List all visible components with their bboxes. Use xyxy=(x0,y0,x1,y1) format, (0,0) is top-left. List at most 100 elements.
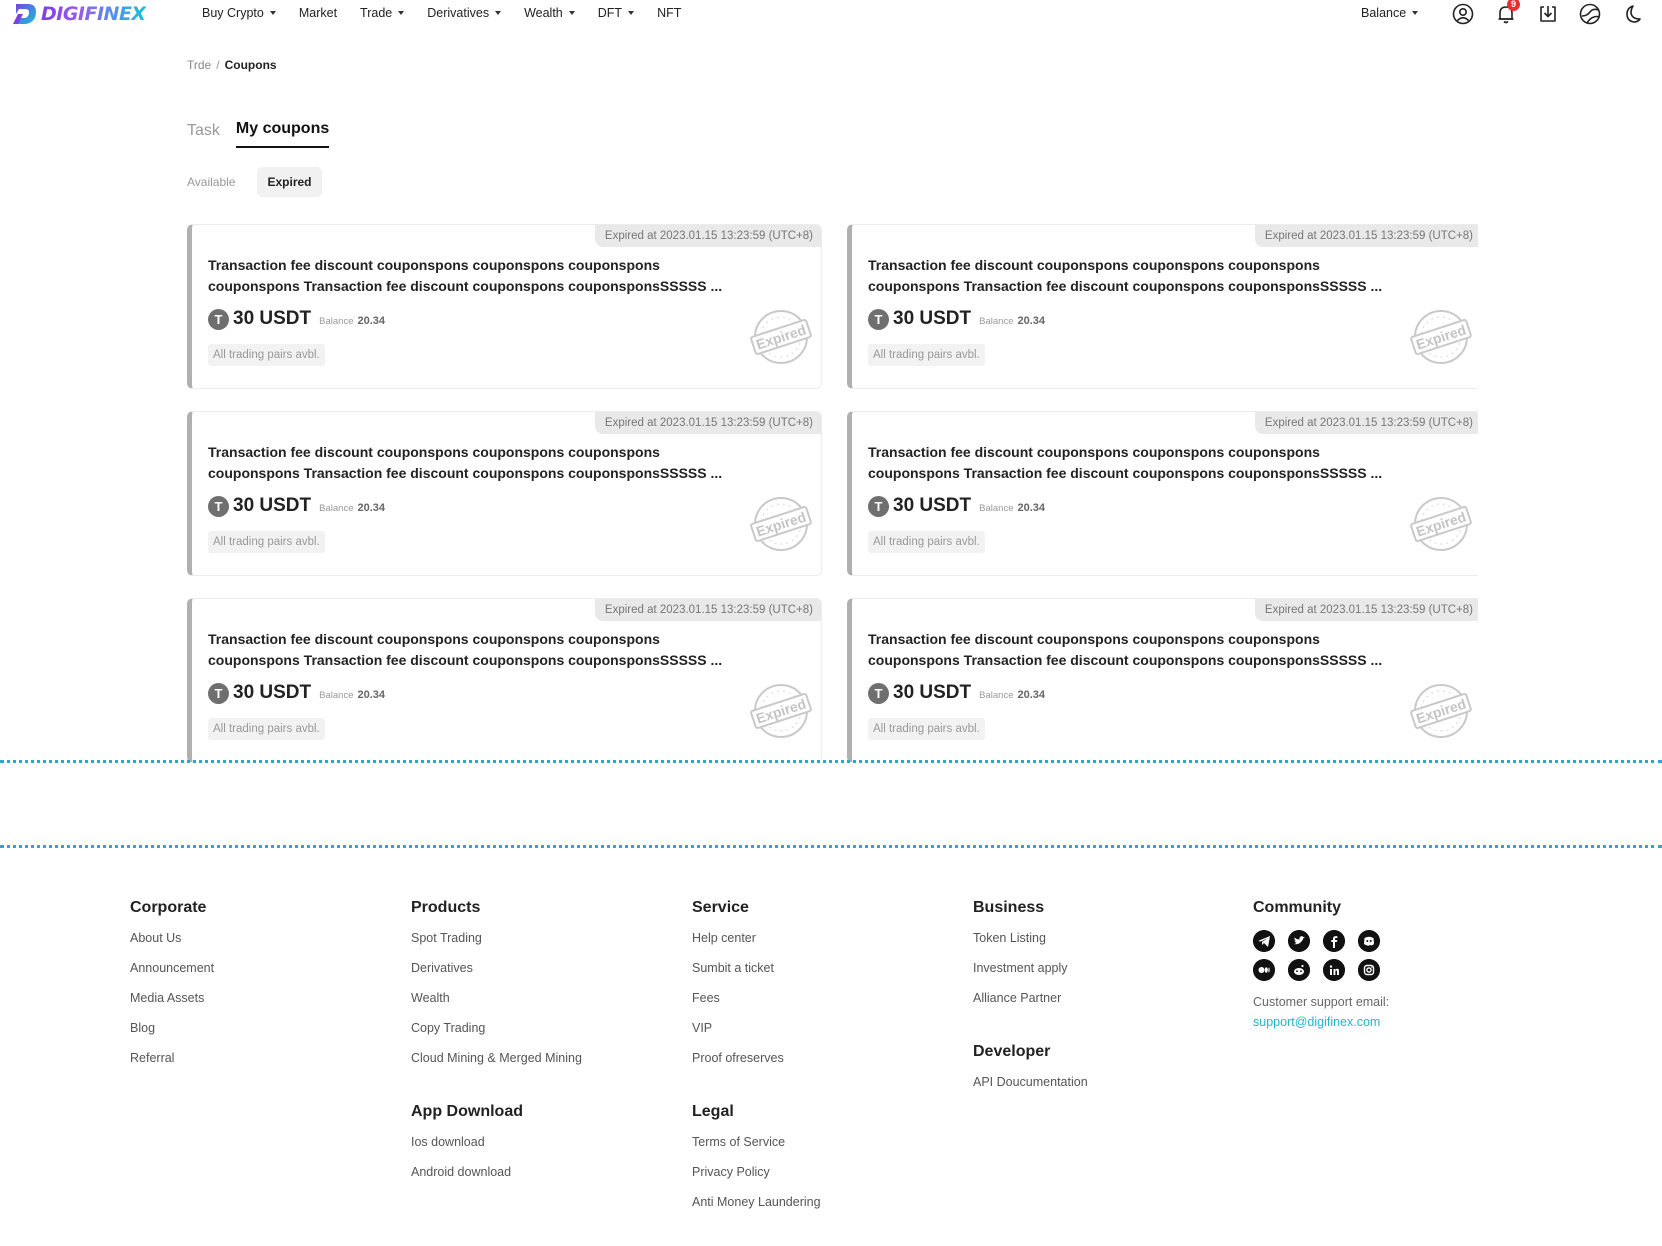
logo-mark-icon xyxy=(13,4,36,24)
support-email-link[interactable]: support@digifinex.com xyxy=(1253,1015,1389,1029)
coupon-title: Transaction fee discount couponspons cou… xyxy=(868,444,1383,481)
footer-service: Service Help center Sumbit a ticket Fees VI… xyxy=(692,899,784,1080)
nav-label: Market xyxy=(298,6,338,20)
footer-link-corporate[interactable]: Blog xyxy=(130,1020,214,1036)
footer-link-legal[interactable]: Anti Money Laundering xyxy=(692,1194,821,1210)
stamp-text: Expired xyxy=(754,321,808,352)
coupon-expiry: Expired at 2023.01.15 13:23:59 (UTC+8) xyxy=(1254,412,1478,434)
footer-link-developer-list: API Doucumentation xyxy=(973,1074,1088,1090)
facebook-icon[interactable] xyxy=(1323,930,1345,952)
nav-label: Wealth xyxy=(524,6,563,20)
footer-link-business[interactable]: Alliance Partner xyxy=(973,990,1068,1006)
footer-link-corporate[interactable]: Referral xyxy=(130,1050,214,1066)
coupon-balance-value: 20.34 xyxy=(1017,688,1046,701)
coupon-amount-row: T 30 USDT Balance 20.34 xyxy=(868,308,1045,330)
coupon-expiry: Expired at 2023.01.15 13:23:59 (UTC+8) xyxy=(594,599,821,621)
nav-market[interactable]: Market xyxy=(299,6,337,20)
digifinex-logo[interactable]: DIGIFINEX xyxy=(12,2,146,26)
coupon-pairs-tag: All trading pairs avbl. xyxy=(868,531,985,553)
footer-link-corporate[interactable]: Announcement xyxy=(130,960,214,976)
filter-available[interactable]: Available xyxy=(187,168,235,196)
nav-nft[interactable]: NFT xyxy=(657,6,681,20)
footer-link-app-download[interactable]: Ios download xyxy=(411,1134,523,1150)
dashed-divider-bottom xyxy=(0,845,1662,848)
footer-heading-business: Business xyxy=(973,899,1045,916)
footer-link-app-download[interactable]: Android download xyxy=(411,1164,523,1180)
discord-icon[interactable] xyxy=(1358,930,1380,952)
social-icons xyxy=(1253,930,1389,981)
filter-expired[interactable]: Expired xyxy=(257,167,322,197)
footer-heading-corporate: Corporate xyxy=(130,899,207,916)
telegram-icon[interactable] xyxy=(1253,930,1275,952)
footer-link-business-list: Token Listing Investment apply Alliance Pa… xyxy=(973,930,1068,1006)
coupon-card[interactable]: Expired at 2023.01.15 13:23:59 (UTC+8) Tr… xyxy=(847,224,1478,389)
coupon-tabs: Task My coupons xyxy=(187,120,345,148)
footer-link-business[interactable]: Investment apply xyxy=(973,960,1068,976)
coupon-amount: 30 USDT xyxy=(233,682,312,703)
stamp-text: Expired xyxy=(754,508,808,539)
footer-link-products[interactable]: Copy Trading xyxy=(411,1020,582,1036)
usdt-coin-icon: T xyxy=(868,682,889,704)
footer-link-corporate[interactable]: About Us xyxy=(130,930,214,946)
coupon-card[interactable]: Expired at 2023.01.15 13:23:59 (UTC+8) Tr… xyxy=(187,598,822,762)
coupon-pairs-tag: All trading pairs avbl. xyxy=(868,718,985,740)
coupon-card[interactable]: Expired at 2023.01.15 13:23:59 (UTC+8) Tr… xyxy=(847,411,1478,576)
footer-link-legal[interactable]: Privacy Policy xyxy=(692,1164,821,1180)
footer-link-service[interactable]: Fees xyxy=(692,990,784,1006)
stamp-text: Expired xyxy=(1414,508,1468,539)
nav-trade[interactable]: Trade xyxy=(360,6,405,20)
instagram-icon[interactable] xyxy=(1358,959,1380,981)
footer-link-products[interactable]: Spot Trading xyxy=(411,930,582,946)
download-icon[interactable] xyxy=(1537,3,1559,25)
nav-dft[interactable]: DFT xyxy=(598,6,635,20)
user-icon[interactable] xyxy=(1452,3,1474,25)
coupon-balance-label: Balance xyxy=(979,315,1014,327)
coupon-card[interactable]: Expired at 2023.01.15 13:23:59 (UTC+8) Tr… xyxy=(187,224,822,389)
footer-link-service[interactable]: Help center xyxy=(692,930,784,946)
coupon-balance-value: 20.34 xyxy=(357,688,386,701)
reddit-icon[interactable] xyxy=(1288,959,1310,981)
coupon-title: Transaction fee discount couponspons cou… xyxy=(208,257,723,294)
usdt-coin-icon: T xyxy=(208,308,229,330)
medium-icon[interactable] xyxy=(1253,959,1275,981)
breadcrumb-parent[interactable]: Trde xyxy=(187,58,211,72)
footer-link-legal-list: Terms of Service Privacy Policy Anti Money… xyxy=(692,1134,821,1210)
footer-link-service[interactable]: Sumbit a ticket xyxy=(692,960,784,976)
coupon-amount-row: T 30 USDT Balance 20.34 xyxy=(868,682,1045,704)
footer-link-business[interactable]: Token Listing xyxy=(973,930,1068,946)
footer-corporate: Corporate About Us Announcement Media Asse… xyxy=(130,899,214,1080)
coupon-balance-value: 20.34 xyxy=(357,314,386,327)
balance-label: Balance xyxy=(1361,6,1407,20)
nav-derivatives[interactable]: Derivatives xyxy=(427,6,502,20)
footer-heading-service: Service xyxy=(692,899,749,916)
footer-link-products[interactable]: Cloud Mining & Merged Mining xyxy=(411,1050,582,1066)
nav-wealth[interactable]: Wealth xyxy=(524,6,575,20)
twitter-icon[interactable] xyxy=(1288,930,1310,952)
coupon-card[interactable]: Expired at 2023.01.15 13:23:59 (UTC+8) Tr… xyxy=(187,411,822,576)
footer-link-legal[interactable]: Terms of Service xyxy=(692,1134,821,1150)
tab-task[interactable]: Task xyxy=(187,122,220,148)
top-navigation-bar: DIGIFINEX Buy Crypto Market Trade Derivativ… xyxy=(0,0,1662,30)
coupon-grid: Expired at 2023.01.15 13:23:59 (UTC+8) Tr… xyxy=(187,224,1478,762)
footer-link-products[interactable]: Wealth xyxy=(411,990,582,1006)
coupon-card[interactable]: Expired at 2023.01.15 13:23:59 (UTC+8) Tr… xyxy=(847,598,1478,762)
nav-buy-crypto[interactable]: Buy Crypto xyxy=(202,6,276,20)
tab-my-coupons[interactable]: My coupons xyxy=(235,120,330,148)
linkedin-icon[interactable] xyxy=(1323,959,1345,981)
footer-link-corporate[interactable]: Media Assets xyxy=(130,990,214,1006)
footer-link-developer[interactable]: API Doucumentation xyxy=(973,1074,1088,1090)
stamp-text: Expired xyxy=(1414,321,1468,352)
balance-dropdown[interactable]: Balance xyxy=(1361,6,1419,20)
breadcrumb: Trde / Coupons xyxy=(187,58,277,72)
coupon-amount: 30 USDT xyxy=(893,682,972,703)
usdt-coin-icon: T xyxy=(868,308,889,330)
footer-link-products[interactable]: Derivatives xyxy=(411,960,582,976)
moon-icon[interactable] xyxy=(1621,3,1643,25)
globe-icon[interactable] xyxy=(1579,3,1601,25)
footer-products: Products Spot Trading Derivatives Wealth Co… xyxy=(411,899,582,1080)
expired-stamp-icon: Expired xyxy=(1410,684,1472,738)
footer-link-app-download-list: Ios download Android download xyxy=(411,1134,523,1180)
footer-link-service[interactable]: VIP xyxy=(692,1020,784,1036)
expired-stamp-icon: Expired xyxy=(750,497,812,551)
footer-link-service[interactable]: Proof ofreserves xyxy=(692,1050,784,1066)
